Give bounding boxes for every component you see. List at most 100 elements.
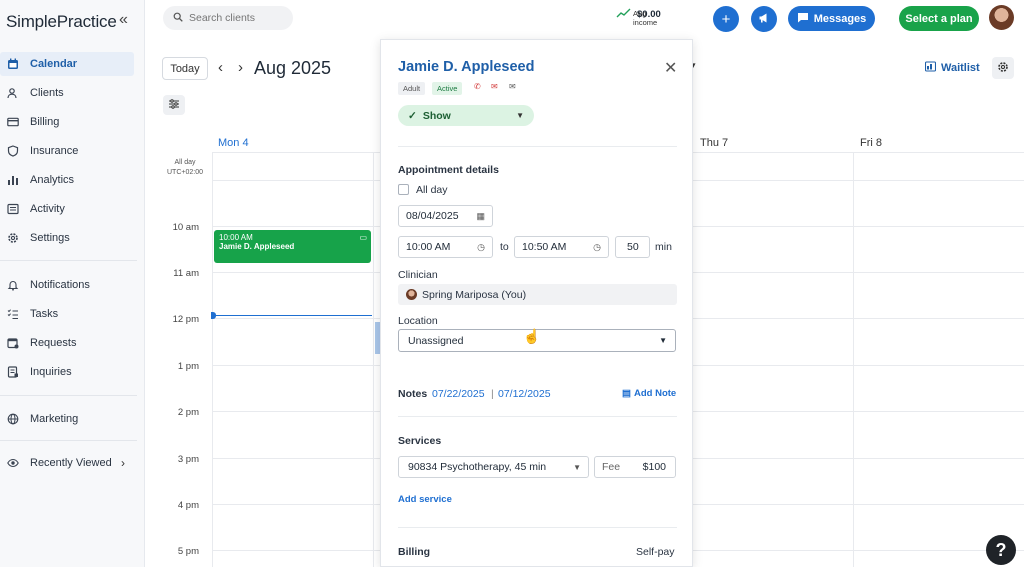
fee-field[interactable]: Fee $100 bbox=[594, 456, 676, 478]
event-client-name: Jamie D. Appleseed bbox=[219, 242, 295, 251]
grid-column-line bbox=[853, 152, 854, 567]
time-label: 12 pm bbox=[172, 314, 199, 325]
sidebar-item-requests[interactable]: Requests bbox=[0, 331, 134, 355]
service-select[interactable]: 90834 Psychotherapy, 45 min ▼ bbox=[398, 456, 589, 478]
note-link-2[interactable]: 07/12/2025 bbox=[498, 388, 551, 400]
help-button[interactable]: ? bbox=[986, 535, 1016, 565]
sidebar-item-notifications[interactable]: Notifications bbox=[0, 273, 134, 297]
sidebar-item-calendar[interactable]: Calendar bbox=[0, 52, 134, 76]
time-label: 11 am bbox=[173, 268, 199, 279]
services-title: Services bbox=[398, 435, 442, 447]
sidebar-item-label: Activity bbox=[30, 203, 65, 215]
search-bar[interactable] bbox=[163, 6, 293, 30]
start-time-field[interactable]: 10:00 AM ◷ bbox=[398, 236, 493, 258]
sidebar-item-label: Recently Viewed bbox=[30, 457, 112, 469]
eye-icon bbox=[6, 456, 20, 470]
add-service-button[interactable]: Add service bbox=[398, 494, 452, 505]
duration-unit: min bbox=[655, 241, 672, 253]
sidebar-item-analytics[interactable]: Analytics bbox=[0, 168, 134, 192]
close-icon[interactable]: ✕ bbox=[664, 58, 677, 78]
waitlist-button[interactable]: Waitlist bbox=[924, 61, 980, 75]
sidebar-item-clients[interactable]: Clients bbox=[0, 81, 134, 105]
no-text-icon: ✉ bbox=[491, 82, 498, 91]
check-icon: ✓ bbox=[408, 109, 417, 122]
trend-up-icon bbox=[616, 7, 631, 21]
billing-value: Self-pay bbox=[636, 546, 675, 558]
sidebar-item-billing[interactable]: Billing bbox=[0, 110, 134, 134]
chevron-right-icon[interactable]: › bbox=[121, 456, 125, 470]
day-header-thu[interactable]: Thu 7 bbox=[700, 137, 728, 149]
grid-column-line bbox=[212, 152, 213, 567]
end-time-value: 10:50 AM bbox=[522, 241, 567, 253]
day-header-fri[interactable]: Fri 8 bbox=[860, 137, 882, 149]
add-button[interactable]: + bbox=[713, 6, 739, 32]
sidebar-item-tasks[interactable]: Tasks bbox=[0, 302, 134, 326]
clinician-label: Clinician bbox=[398, 269, 438, 281]
waitlist-label: Waitlist bbox=[941, 62, 980, 74]
note-link-1[interactable]: 07/22/2025 bbox=[432, 388, 485, 400]
user-avatar[interactable] bbox=[989, 5, 1014, 30]
to-label: to bbox=[500, 241, 509, 253]
note-separator: | bbox=[491, 388, 494, 400]
clinician-value: Spring Mariposa (You) bbox=[422, 288, 527, 301]
select-plan-button[interactable]: Select a plan bbox=[899, 6, 979, 31]
day-header-mon[interactable]: Mon 4 bbox=[218, 137, 249, 149]
date-value: 08/04/2025 bbox=[406, 210, 459, 222]
notes-label: Notes bbox=[398, 388, 428, 400]
double-chevron-left-icon[interactable]: « bbox=[119, 11, 128, 29]
messages-button[interactable]: Messages bbox=[788, 6, 875, 31]
app-logo[interactable]: SimplePractice bbox=[6, 12, 117, 32]
sidebar-item-marketing[interactable]: Marketing bbox=[0, 407, 134, 431]
megaphone-icon bbox=[758, 11, 770, 28]
sidebar-item-recently-viewed[interactable]: Recently Viewed bbox=[0, 451, 134, 475]
income-widget[interactable]: Aug income $0.00 bbox=[616, 7, 661, 27]
add-note-button[interactable]: ▤ Add Note bbox=[622, 388, 676, 399]
calendar-request-icon bbox=[6, 336, 20, 350]
fee-label: Fee bbox=[602, 461, 621, 473]
caret-down-icon: ▼ bbox=[659, 336, 667, 345]
all-day-checkbox[interactable] bbox=[398, 184, 409, 195]
chat-icon bbox=[797, 12, 809, 26]
filter-button[interactable] bbox=[163, 95, 185, 115]
today-button[interactable]: Today bbox=[162, 57, 208, 80]
tag-adult: Adult bbox=[398, 82, 426, 95]
allday-label: All day UTC+02:00 bbox=[163, 158, 207, 178]
search-input[interactable] bbox=[189, 12, 289, 24]
chevron-left-icon[interactable]: ‹ bbox=[218, 59, 223, 76]
date-field[interactable]: 08/04/2025 ▦ bbox=[398, 205, 493, 227]
start-time-value: 10:00 AM bbox=[406, 241, 451, 253]
chevron-right-icon[interactable]: › bbox=[238, 59, 243, 76]
status-dropdown[interactable]: ✓ Show ▼ bbox=[398, 105, 534, 126]
billing-title: Billing bbox=[398, 546, 431, 558]
clinician-avatar bbox=[406, 289, 417, 300]
clinician-field[interactable]: Spring Mariposa (You) bbox=[398, 284, 677, 305]
sidebar-divider bbox=[0, 260, 137, 261]
duration-field[interactable]: 50 bbox=[615, 236, 650, 258]
appointment-panel: Jamie D. Appleseed ✕ Adult Active ✆ ✉ ✉ … bbox=[380, 39, 693, 567]
sidebar-item-inquiries[interactable]: Inquiries bbox=[0, 360, 134, 384]
sidebar-item-settings[interactable]: Settings bbox=[0, 226, 134, 250]
plus-icon: + bbox=[721, 10, 731, 28]
add-note-label: Add Note bbox=[633, 388, 677, 399]
sidebar-item-activity[interactable]: Activity bbox=[0, 197, 134, 221]
calendar-icon bbox=[6, 57, 20, 71]
calendar-settings-button[interactable] bbox=[992, 57, 1014, 79]
sidebar-item-label: Inquiries bbox=[30, 366, 72, 378]
bell-icon bbox=[6, 278, 20, 292]
announcements-button[interactable] bbox=[751, 6, 777, 32]
timezone-text: UTC+02:00 bbox=[167, 169, 203, 176]
client-name-link[interactable]: Jamie D. Appleseed bbox=[398, 59, 534, 75]
divider bbox=[398, 527, 677, 528]
email-icon: ✉ bbox=[509, 82, 516, 91]
end-time-field[interactable]: 10:50 AM ◷ bbox=[514, 236, 609, 258]
month-title: Aug 2025 bbox=[254, 58, 332, 78]
clock-icon: ◷ bbox=[477, 241, 485, 252]
location-value: Unassigned bbox=[408, 334, 464, 347]
credit-card-icon bbox=[6, 115, 20, 129]
allday-text: All day bbox=[174, 159, 196, 166]
sidebar-item-insurance[interactable]: Insurance bbox=[0, 139, 134, 163]
sidebar-divider bbox=[0, 440, 137, 441]
no-phone-icon: ✆ bbox=[474, 82, 481, 91]
time-label: 5 pm bbox=[177, 546, 199, 557]
calendar-event[interactable]: 10:00 AM Jamie D. Appleseed ▭ bbox=[214, 230, 371, 263]
